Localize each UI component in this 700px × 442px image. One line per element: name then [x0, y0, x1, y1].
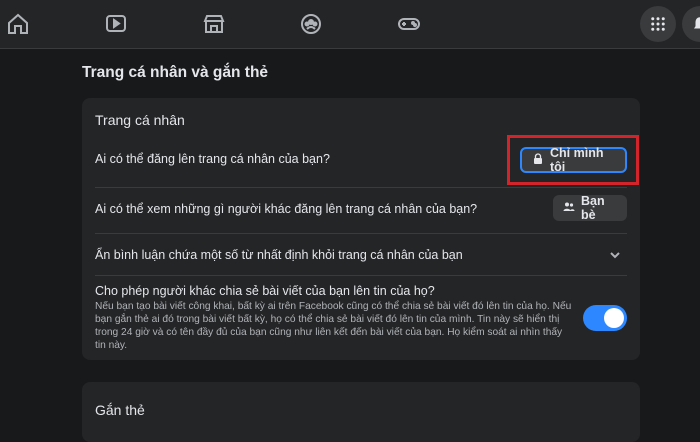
page-title: Trang cá nhân và gắn thẻ [82, 64, 269, 81]
view-permission-question: Ai có thể xem những gì người khác đăng l… [95, 202, 478, 216]
menu-grid-icon[interactable] [640, 6, 676, 42]
share-to-story-toggle[interactable] [583, 305, 627, 331]
hide-comments-setting[interactable]: Ẩn bình luận chứa một số từ nhất định kh… [95, 248, 463, 262]
groups-icon[interactable] [297, 10, 325, 38]
view-permission-value: Bạn bè [581, 194, 605, 222]
highlight-box [507, 135, 639, 185]
video-icon[interactable] [102, 10, 130, 38]
marketplace-icon[interactable] [200, 10, 228, 38]
toggle-knob [604, 308, 624, 328]
gaming-icon[interactable] [395, 10, 423, 38]
tagging-heading: Gắn thẻ [95, 402, 145, 418]
divider [95, 233, 627, 234]
divider [95, 275, 627, 276]
share-to-story-description: Nếu bạn tạo bài viết công khai, bất kỳ a… [95, 301, 572, 351]
friends-icon [563, 201, 575, 216]
home-icon[interactable] [4, 10, 32, 38]
divider [95, 187, 627, 188]
post-permission-question: Ai có thể đăng lên trang cá nhân của bạn… [95, 152, 330, 166]
notifications-icon[interactable] [682, 6, 700, 42]
share-to-story-question: Cho phép người khác chia sẻ bài viết của… [95, 284, 435, 298]
top-nav [0, 0, 700, 49]
card-heading: Trang cá nhân [95, 112, 185, 128]
tagging-card: Gắn thẻ [82, 382, 640, 442]
view-permission-button[interactable]: Bạn bè [553, 194, 627, 222]
chevron-down-icon[interactable] [608, 248, 622, 262]
